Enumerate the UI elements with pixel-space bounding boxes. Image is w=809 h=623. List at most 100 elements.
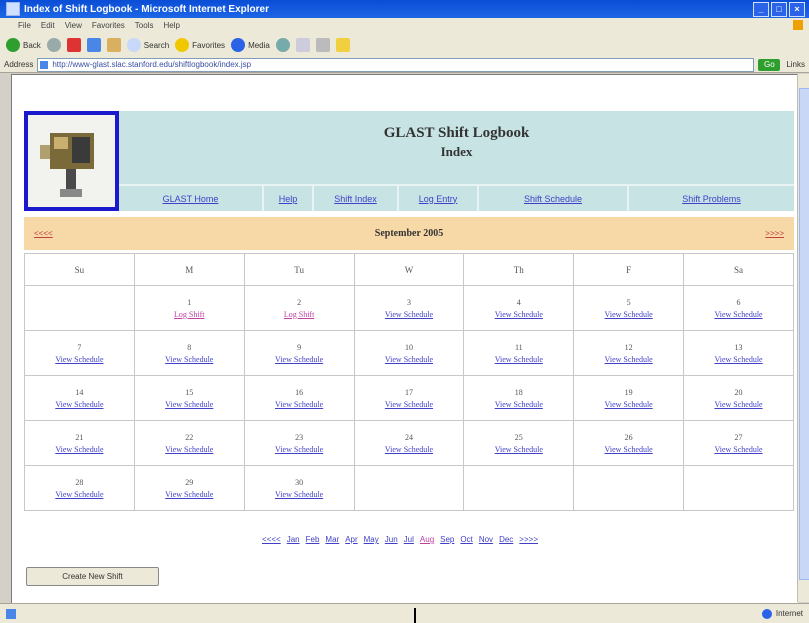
view-schedule-link[interactable]: View Schedule <box>385 355 433 364</box>
view-schedule-link[interactable]: View Schedule <box>495 445 543 454</box>
vertical-scrollbar[interactable] <box>797 74 809 602</box>
nav-shift-index[interactable]: Shift Index <box>334 194 377 204</box>
menu-item-tools[interactable]: Tools <box>135 21 154 30</box>
links-button[interactable]: Links <box>786 60 805 69</box>
glast-logo <box>24 111 119 211</box>
view-schedule-link[interactable]: View Schedule <box>605 400 653 409</box>
view-schedule-link[interactable]: View Schedule <box>275 400 323 409</box>
month-link[interactable]: Nov <box>479 535 493 544</box>
view-schedule-link[interactable]: View Schedule <box>714 310 762 319</box>
day-number: 18 <box>514 387 523 397</box>
view-schedule-link[interactable]: View Schedule <box>275 355 323 364</box>
view-schedule-link[interactable]: View Schedule <box>495 355 543 364</box>
month-link[interactable]: Jun <box>385 535 398 544</box>
log-shift-link[interactable]: Log Shift <box>284 310 314 319</box>
month-link[interactable]: Sep <box>440 535 454 544</box>
day-number: 12 <box>624 342 633 352</box>
view-schedule-link[interactable]: View Schedule <box>165 490 213 499</box>
calendar-day-cell: 18 View Schedule <box>463 375 575 421</box>
close-button[interactable]: × <box>789 1 805 17</box>
month-link[interactable]: Mar <box>325 535 339 544</box>
view-schedule-link[interactable]: View Schedule <box>55 355 103 364</box>
month-link[interactable]: Dec <box>499 535 513 544</box>
weekday-header-row: Su M Tu W Th F Sa <box>24 253 794 286</box>
month-link[interactable]: >>>> <box>519 535 538 544</box>
minimize-button[interactable]: _ <box>753 1 769 17</box>
nav-log-entry[interactable]: Log Entry <box>419 194 458 204</box>
view-schedule-link[interactable]: View Schedule <box>605 355 653 364</box>
stop-icon <box>66 38 81 52</box>
month-link[interactable]: May <box>364 535 379 544</box>
menu-item-help[interactable]: Help <box>163 21 179 30</box>
view-schedule-link[interactable]: View Schedule <box>55 400 103 409</box>
month-link[interactable]: Oct <box>460 535 472 544</box>
month-title: September 2005 <box>374 228 444 239</box>
favorites-button[interactable]: Favorites <box>175 38 225 52</box>
month-link[interactable]: Apr <box>345 535 357 544</box>
view-schedule-link[interactable]: View Schedule <box>55 490 103 499</box>
page-status-icon <box>6 608 16 619</box>
view-schedule-link[interactable]: View Schedule <box>605 310 653 319</box>
nav-glast-home[interactable]: GLAST Home <box>163 194 219 204</box>
prev-month-link[interactable]: <<<< <box>34 229 53 238</box>
calendar-day-cell: 21 View Schedule <box>24 420 135 466</box>
view-schedule-link[interactable]: View Schedule <box>605 445 653 454</box>
day-number: 6 <box>736 297 741 307</box>
forward-button[interactable] <box>46 38 61 52</box>
month-link[interactable]: Aug <box>420 535 434 544</box>
maximize-button[interactable]: □ <box>771 1 787 17</box>
ie-icon <box>6 2 20 16</box>
menu-item-file[interactable]: File <box>18 21 31 30</box>
print-button[interactable] <box>315 38 330 52</box>
view-schedule-link[interactable]: View Schedule <box>714 355 762 364</box>
go-button[interactable]: Go <box>758 58 781 71</box>
nav-shift-schedule[interactable]: Shift Schedule <box>524 194 582 204</box>
home-button[interactable] <box>106 38 121 52</box>
scrollbar-thumb[interactable] <box>799 88 809 580</box>
month-link[interactable]: Jan <box>287 535 300 544</box>
nav-help[interactable]: Help <box>279 194 298 204</box>
weekday-header: Tu <box>243 253 355 286</box>
view-schedule-link[interactable]: View Schedule <box>714 400 762 409</box>
calendar-day-cell: 8 View Schedule <box>133 330 245 376</box>
day-number: 26 <box>624 432 633 442</box>
search-button[interactable]: Search <box>126 38 169 52</box>
next-month-link[interactable]: >>>> <box>765 229 784 238</box>
log-shift-link[interactable]: Log Shift <box>174 310 204 319</box>
day-number: 17 <box>404 387 413 397</box>
calendar-day-cell: 25 View Schedule <box>463 420 575 466</box>
menu-item-view[interactable]: View <box>65 21 82 30</box>
calendar-week-row: 1 Log Shift 2 Log Shift 3 View Schedule 4 View … <box>24 285 794 331</box>
view-schedule-link[interactable]: View Schedule <box>275 445 323 454</box>
history-icon <box>275 38 290 52</box>
view-schedule-link[interactable]: View Schedule <box>385 400 433 409</box>
month-link[interactable]: Jul <box>404 535 414 544</box>
media-button[interactable]: Media <box>231 38 270 52</box>
address-input[interactable]: http://www-glast.slac.stanford.edu/shift… <box>37 57 755 72</box>
month-link[interactable]: <<<< <box>262 535 281 544</box>
calendar-day-cell: 9 View Schedule <box>243 330 355 376</box>
view-schedule-link[interactable]: View Schedule <box>385 310 433 319</box>
view-schedule-link[interactable]: View Schedule <box>55 445 103 454</box>
stop-button[interactable] <box>66 38 81 52</box>
view-schedule-link[interactable]: View Schedule <box>275 490 323 499</box>
view-schedule-link[interactable]: View Schedule <box>165 355 213 364</box>
status-zone-text: Internet <box>775 609 803 618</box>
calendar-day-cell <box>573 465 685 511</box>
back-button[interactable]: Back <box>6 38 41 52</box>
view-schedule-link[interactable]: View Schedule <box>495 400 543 409</box>
view-schedule-link[interactable]: View Schedule <box>165 445 213 454</box>
folder-button[interactable] <box>335 38 350 52</box>
view-schedule-link[interactable]: View Schedule <box>714 445 762 454</box>
nav-shift-problems[interactable]: Shift Problems <box>682 194 741 204</box>
refresh-button[interactable] <box>86 38 101 52</box>
month-link[interactable]: Feb <box>306 535 320 544</box>
history-button[interactable] <box>275 38 290 52</box>
view-schedule-link[interactable]: View Schedule <box>385 445 433 454</box>
view-schedule-link[interactable]: View Schedule <box>495 310 543 319</box>
create-new-shift-button[interactable]: Create New Shift <box>26 567 159 586</box>
menu-item-favorites[interactable]: Favorites <box>92 21 125 30</box>
view-schedule-link[interactable]: View Schedule <box>165 400 213 409</box>
mail-button[interactable] <box>295 38 310 52</box>
menu-item-edit[interactable]: Edit <box>41 21 55 30</box>
